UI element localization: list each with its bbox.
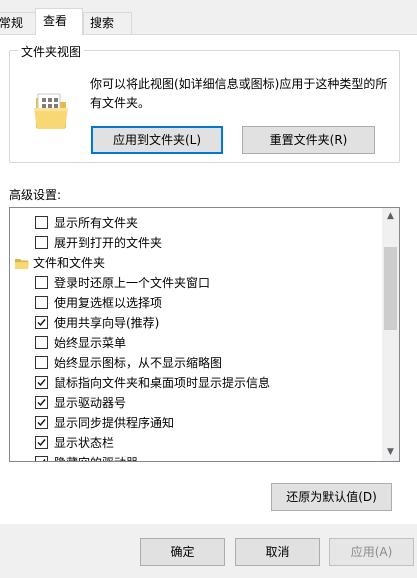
checkbox[interactable]: [35, 336, 48, 349]
list-item-label: 展开到打开的文件夹: [54, 236, 163, 250]
list-item-label: 显示所有文件夹: [54, 216, 139, 230]
scroll-up-icon[interactable]: ▲: [382, 208, 399, 225]
folder-views-group: 文件夹视图 你可以将此视图(如详细信息或图标)应用于这种类型的所有文件夹。 应用…: [9, 43, 400, 163]
checkbox[interactable]: [35, 296, 48, 309]
list-item-label: 显示同步提供程序通知: [54, 416, 175, 430]
list-item-label: 鼠标指向文件夹和桌面项时显示提示信息: [54, 376, 271, 390]
list-item-label: 始终显示菜单: [54, 336, 127, 350]
checkbox-checked[interactable]: [35, 396, 48, 409]
checkbox-checked[interactable]: [35, 376, 48, 389]
checkbox[interactable]: [35, 236, 48, 249]
tab-view[interactable]: 查看: [35, 8, 83, 35]
list-item-label: 隐藏空的驱动器: [54, 453, 138, 461]
scroll-down-icon[interactable]: ▼: [382, 444, 399, 461]
restore-defaults-button[interactable]: 还原为默认值(D): [271, 483, 392, 511]
vertical-scrollbar[interactable]: ▲ ▼: [382, 208, 399, 461]
tab-search[interactable]: 搜索: [83, 12, 132, 34]
reset-folders-button[interactable]: 重置文件夹(R): [242, 126, 375, 154]
list-item-label: 使用复选框以选择项: [54, 296, 163, 310]
cancel-button[interactable]: 取消: [235, 538, 320, 566]
folder-views-title: 文件夹视图: [18, 43, 85, 60]
scroll-thumb[interactable]: [384, 247, 397, 330]
checkbox[interactable]: [35, 356, 48, 369]
folder-views-description: 你可以将此视图(如详细信息或图标)应用于这种类型的所有文件夹。: [90, 77, 388, 110]
tab-panel-view: 文件夹视图 你可以将此视图(如详细信息或图标)应用于这种类型的所有文件夹。 应用…: [0, 34, 417, 524]
tab-strip: 常规 查看 搜索: [0, 0, 417, 35]
checkbox-checked[interactable]: [35, 416, 48, 429]
checkbox-checked[interactable]: [35, 436, 48, 449]
folder-icon: [15, 256, 29, 269]
checkbox[interactable]: [35, 276, 48, 289]
checkbox[interactable]: [35, 216, 48, 229]
folder-view-icon: [32, 88, 72, 132]
apply-button[interactable]: 应用(A): [329, 538, 414, 566]
checkbox-checked[interactable]: [35, 456, 48, 461]
list-item-label: 使用共享向导(推荐): [54, 316, 160, 330]
apply-to-folders-button[interactable]: 应用到文件夹(L): [91, 126, 223, 154]
ok-button[interactable]: 确定: [140, 538, 225, 566]
list-item-label: 始终显示图标，从不显示缩略图: [54, 356, 223, 370]
list-item-label: 显示状态栏: [54, 436, 115, 450]
list-item-label: 登录时还原上一个文件夹窗口: [54, 276, 211, 290]
checkbox-checked[interactable]: [35, 316, 48, 329]
tab-general[interactable]: 常规: [0, 12, 36, 34]
advanced-settings-list[interactable]: 显示所有文件夹 展开到打开的文件夹 文件和文件夹 登录时还原上一个文件夹窗口 使…: [9, 207, 400, 462]
advanced-settings-label: 高级设置:: [9, 188, 62, 202]
list-item-label: 显示驱动器号: [54, 396, 127, 410]
list-item-label: 文件和文件夹: [33, 256, 106, 270]
